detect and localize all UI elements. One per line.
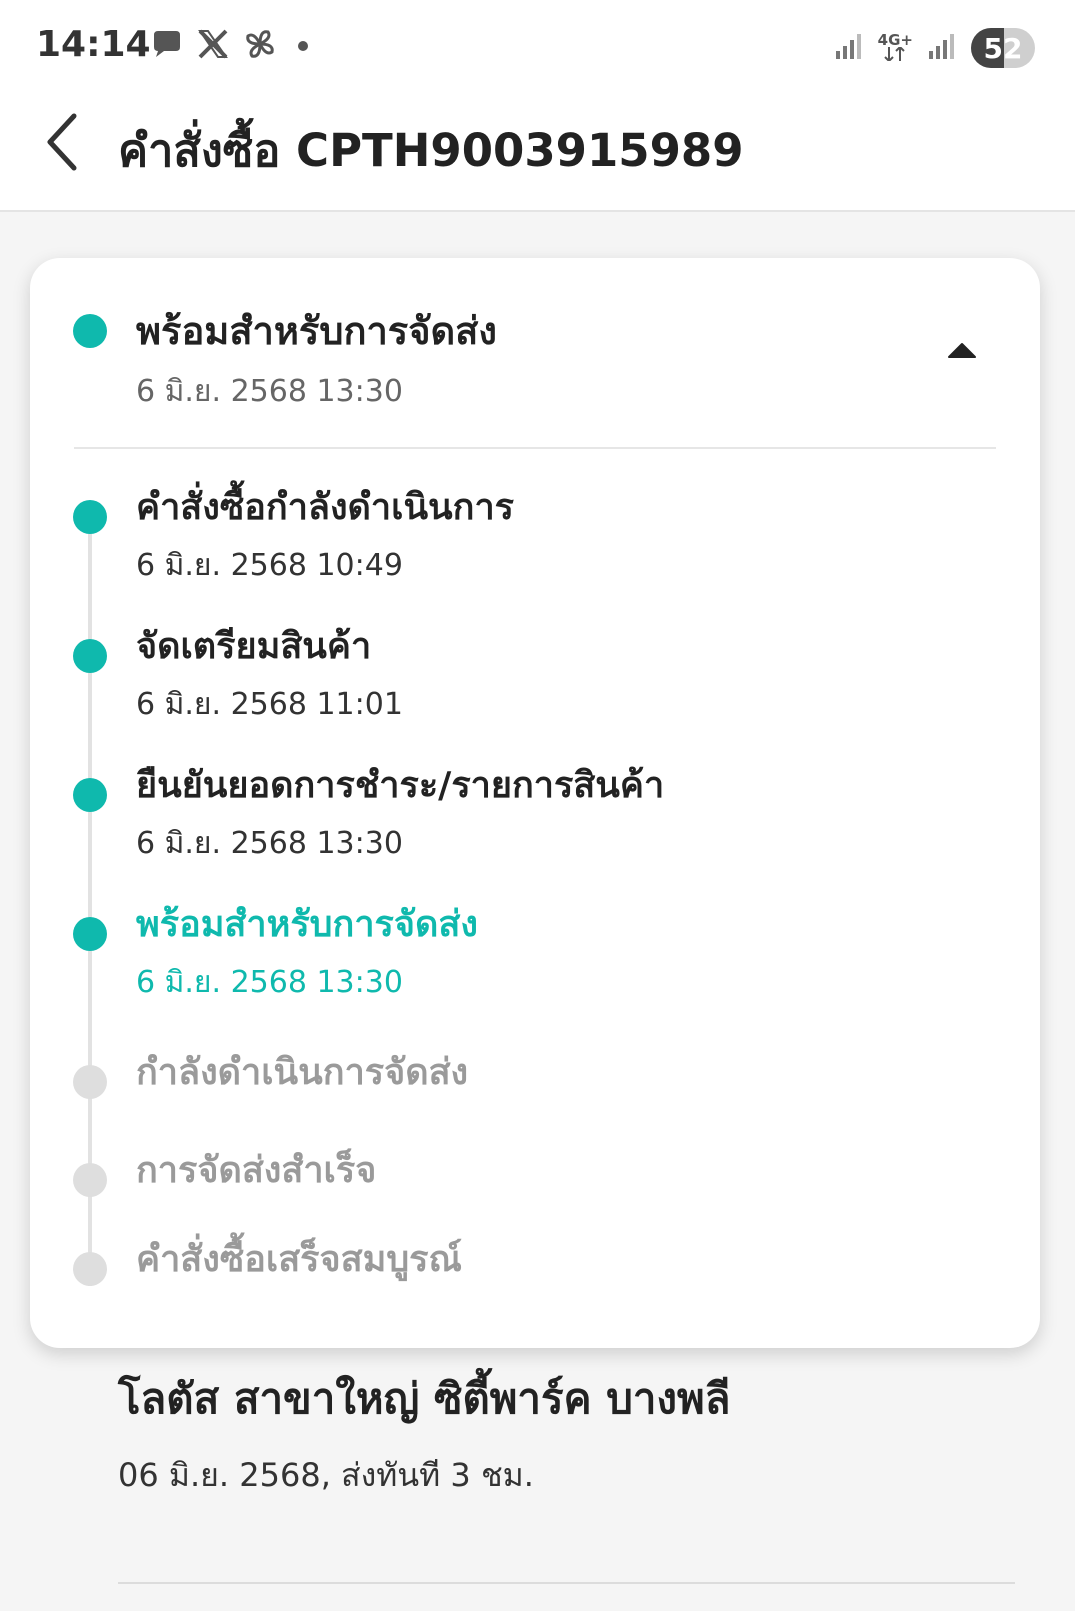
timeline-dot	[73, 1065, 107, 1099]
current-status: พร้อมสำหรับการจัดส่ง	[136, 309, 497, 353]
pinwheel-icon	[242, 26, 278, 66]
step-label: กำลังดำเนินการจัดส่ง	[136, 1052, 469, 1093]
battery-icon: 52	[971, 28, 1035, 68]
caret-up-icon	[947, 341, 977, 363]
status-time: 14:14	[36, 24, 151, 65]
step-time: 6 มิ.ย. 2568 13:30	[136, 826, 403, 861]
signal-icon-2	[927, 31, 957, 65]
section-divider	[118, 1582, 1015, 1584]
card-divider	[74, 447, 996, 449]
step-label: คำสั่งซื้อเสร็จสมบูรณ์	[136, 1239, 462, 1280]
network-type-icon: 4G+	[878, 33, 913, 63]
x-logo-icon	[196, 27, 230, 65]
back-button[interactable]	[30, 112, 94, 176]
notification-icons	[150, 26, 308, 66]
timeline-dot	[73, 1252, 107, 1286]
store-name: โลตัส สาขาใหญ่ ซิตี้พาร์ค บางพลี	[118, 1374, 731, 1423]
notification-dot-icon	[298, 41, 308, 51]
delivery-info: 06 มิ.ย. 2568, ส่งทันที 3 ชม.	[118, 1456, 534, 1494]
current-status-time: 6 มิ.ย. 2568 13:30	[136, 374, 403, 409]
collapse-button[interactable]	[940, 336, 984, 368]
battery-level: 52	[983, 31, 1023, 65]
chevron-left-icon	[42, 112, 82, 176]
chat-bubble-icon	[150, 27, 184, 65]
step-label: ยืนยันยอดการชำระ/รายการสินค้า	[136, 765, 665, 806]
order-status-card: พร้อมสำหรับการจัดส่ง 6 มิ.ย. 2568 13:30 …	[30, 258, 1040, 1348]
status-bar: 14:14 4G+ 52	[0, 0, 1075, 92]
signal-icon	[834, 31, 864, 65]
step-time: 6 มิ.ย. 2568 10:49	[136, 548, 403, 583]
page-title: คำสั่งซื้อ CPTH9003915989	[118, 124, 744, 177]
system-indicators: 4G+ 52	[834, 26, 1035, 70]
timeline-dot	[73, 1163, 107, 1197]
step-time: 6 มิ.ย. 2568 13:30	[136, 965, 403, 1000]
step-label: การจัดส่งสำเร็จ	[136, 1150, 377, 1191]
timeline-dot	[73, 500, 107, 534]
timeline-dot	[73, 917, 107, 951]
timeline-dot	[73, 778, 107, 812]
step-label: จัดเตรียมสินค้า	[136, 626, 372, 667]
status-dot	[73, 314, 107, 348]
step-time: 6 มิ.ย. 2568 11:01	[136, 687, 403, 722]
timeline-dot	[73, 639, 107, 673]
step-label: คำสั่งซื้อกำลังดำเนินการ	[136, 487, 515, 528]
step-label: พร้อมสำหรับการจัดส่ง	[136, 904, 478, 945]
app-header: คำสั่งซื้อ CPTH9003915989	[0, 92, 1075, 212]
